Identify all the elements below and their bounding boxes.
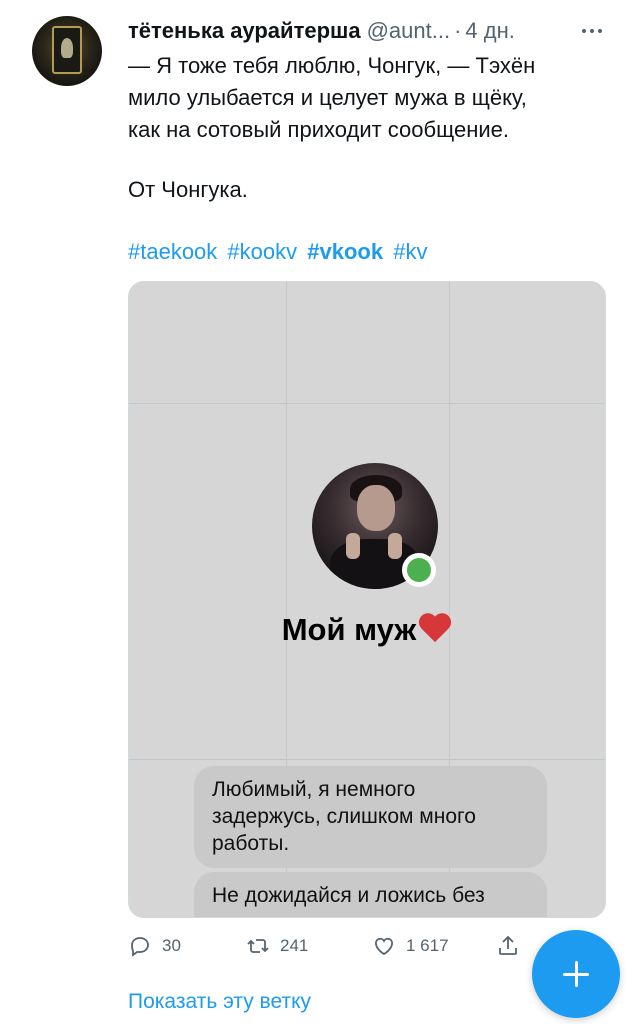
like-count: 1 617 — [406, 936, 449, 955]
separator-dot: · — [454, 18, 462, 43]
hashtag-link[interactable]: #taekook — [128, 239, 217, 264]
more-options-icon[interactable] — [578, 14, 606, 48]
retweet-icon — [247, 939, 269, 953]
reply-button[interactable]: 30 — [128, 928, 181, 964]
tweet-text: — Я тоже тебя люблю, Чонгук, — Тэхён мил… — [128, 50, 608, 206]
heart-outline-icon — [375, 937, 393, 956]
tweet-time[interactable]: 4 дн. — [465, 18, 514, 44]
reply-icon — [131, 937, 149, 957]
heart-icon — [418, 614, 452, 644]
hashtag-link[interactable]: #vkook — [307, 239, 383, 264]
like-button[interactable]: 1 617 — [372, 928, 449, 964]
retweet-count: 241 — [280, 936, 309, 955]
message-bubble: Не дожидайся и ложись без — [194, 872, 547, 917]
tweet-text-line: мило улыбается и целует мужа в щёку, — [128, 85, 527, 110]
online-status-icon — [402, 553, 436, 587]
message-bubble: Любимый, я немного задержусь, слишком мн… — [194, 766, 547, 868]
share-button[interactable] — [496, 928, 530, 964]
hashtag-link[interactable]: #kv — [393, 239, 427, 264]
hashtags: #taekook #kookv #vkook #kv — [128, 236, 431, 268]
tweet-text-line: — Я тоже тебя люблю, Чонгук, — Тэхён — [128, 53, 536, 78]
hashtag-link[interactable]: #kookv — [227, 239, 297, 264]
tweet-header: тётенька аурайтерша @aunt... · 4 дн. — [128, 14, 608, 48]
avatar-tarot-card — [52, 26, 82, 74]
retweet-button[interactable]: 241 — [246, 928, 308, 964]
share-icon — [499, 935, 517, 955]
tweet-actions: 30 241 1 617 — [128, 928, 528, 964]
author-handle[interactable]: @aunt... — [367, 18, 451, 44]
author-name[interactable]: тётенька аурайтерша — [128, 18, 361, 44]
author-avatar[interactable] — [32, 16, 102, 86]
contact-name: Мой муж — [129, 612, 605, 648]
compose-tweet-button[interactable] — [532, 930, 620, 1018]
tweet-text-line: как на сотовый приходит сообщение. — [128, 117, 509, 142]
tweet-text-line: От Чонгука. — [128, 177, 248, 202]
contact-name-text: Мой муж — [281, 612, 417, 647]
tweet-media-image[interactable]: Мой муж Любимый, я немного задержусь, сл… — [128, 281, 606, 918]
show-thread-link[interactable]: Показать эту ветку — [128, 990, 311, 1014]
reply-count: 30 — [162, 936, 181, 955]
